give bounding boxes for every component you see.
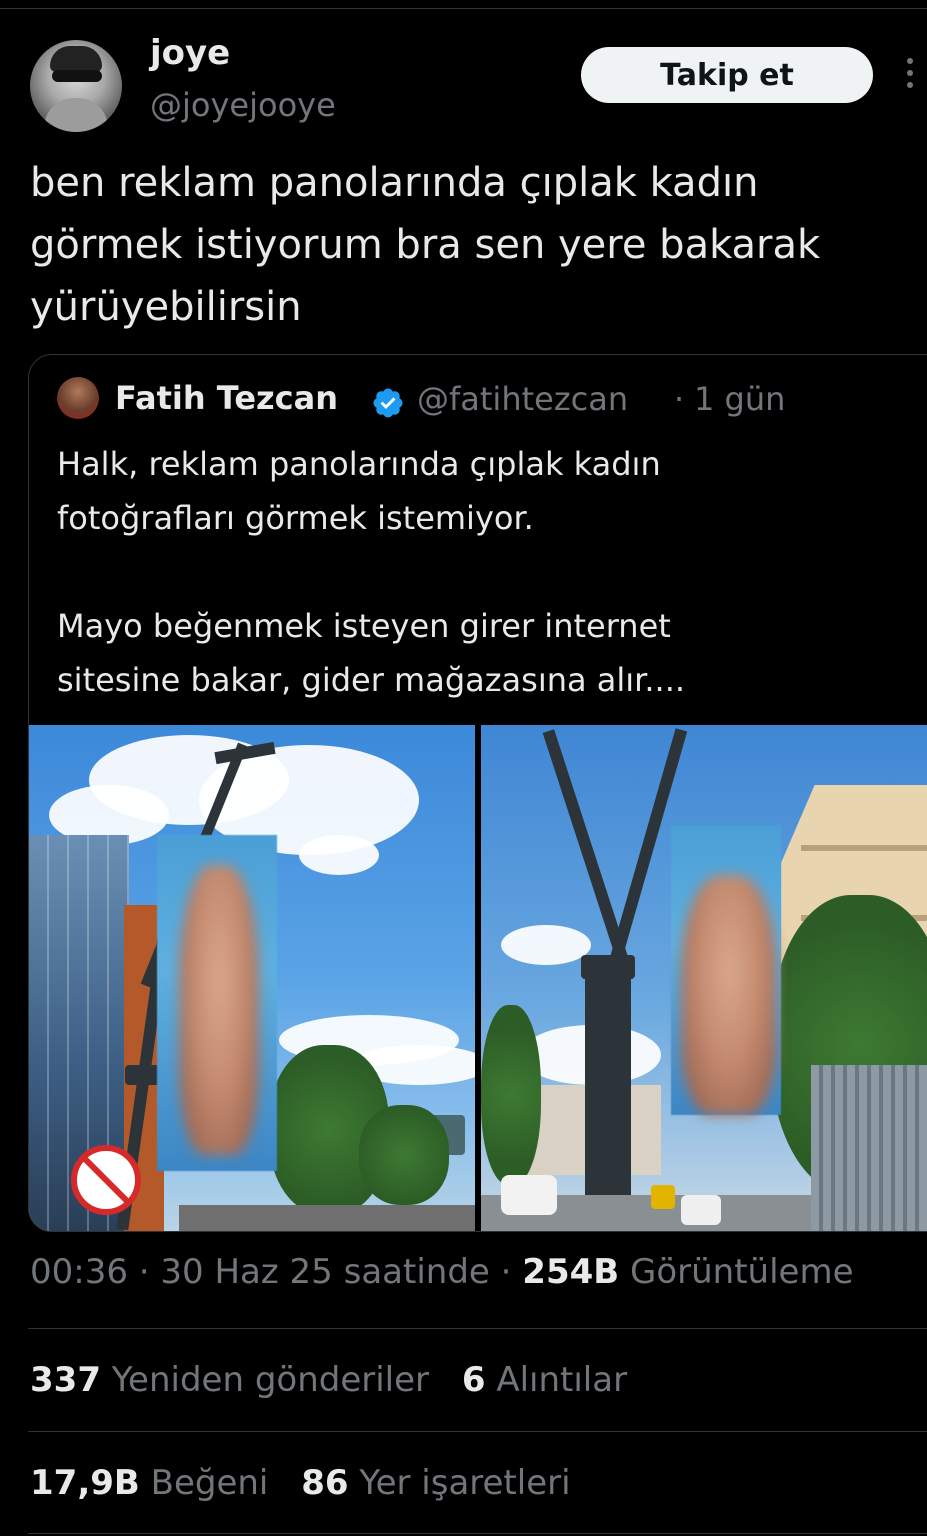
quoted-text: Halk, reklam panolarında çıplak kadın fo… <box>57 437 917 707</box>
divider <box>28 1328 927 1329</box>
divider <box>28 1533 927 1534</box>
divider <box>28 1431 927 1432</box>
quoted-author-name: Fatih Tezcan <box>115 379 339 417</box>
follow-button[interactable]: Takip et <box>581 47 873 103</box>
likes-label: Beğeni <box>150 1463 269 1503</box>
quoted-separator: · <box>674 380 685 418</box>
verified-badge-icon <box>373 388 403 418</box>
likes-count: 17,9B <box>30 1463 140 1503</box>
author-avatar[interactable] <box>30 40 122 132</box>
quoted-tweet[interactable]: Fatih Tezcan @fatihtezcan · 1 gün Halk, … <box>28 354 927 1232</box>
likes-stat[interactable]: 17,9B Beğeni <box>30 1463 268 1503</box>
tweet-meta: 00:36 · 30 Haz 25 saatinde · 254B Görünt… <box>30 1252 854 1292</box>
avatar-sunglasses <box>52 70 102 82</box>
top-divider <box>0 8 927 9</box>
quoted-media <box>29 725 927 1231</box>
quotes-label: Alıntılar <box>496 1360 628 1400</box>
quoted-text-line: fotoğrafları görmek istemiyor. <box>57 499 534 537</box>
tweet-text: ben reklam panolarında çıplak kadın görm… <box>30 160 821 330</box>
quoted-image-2[interactable] <box>481 725 927 1231</box>
bookmarks-label: Yer işaretleri <box>359 1463 571 1503</box>
retweets-stat[interactable]: 337 Yeniden gönderiler <box>30 1360 429 1400</box>
no-right-turn-sign <box>71 1145 141 1215</box>
quotes-stat[interactable]: 6 Alıntılar <box>462 1360 627 1400</box>
stats-row-1: 337 Yeniden gönderiler 6 Alıntılar <box>30 1360 627 1400</box>
bookmarks-stat[interactable]: 86 Yer işaretleri <box>301 1463 570 1503</box>
retweets-count: 337 <box>30 1360 101 1400</box>
quoted-text-line: sitesine bakar, gider mağazasına alır...… <box>57 661 686 699</box>
meta-separator: · <box>500 1252 512 1292</box>
quoted-time: 1 gün <box>694 380 786 418</box>
tweet-time[interactable]: 00:36 <box>30 1252 128 1292</box>
author-handle[interactable]: @joyejooye <box>150 86 336 124</box>
more-options-icon[interactable] <box>900 58 920 94</box>
retweets-label: Yeniden gönderiler <box>111 1360 430 1400</box>
quoted-author-handle: @fatihtezcan <box>417 380 629 418</box>
bookmarks-count: 86 <box>301 1463 349 1503</box>
tweet-date[interactable]: 30 Haz 25 saatinde <box>160 1252 489 1292</box>
avatar-hair <box>50 46 102 72</box>
views-label: Görüntüleme <box>629 1252 854 1292</box>
author-name[interactable]: joye <box>150 33 230 73</box>
quotes-count: 6 <box>461 1360 486 1400</box>
quoted-text-line: Mayo beğenmek isteyen girer internet <box>57 607 671 645</box>
meta-separator: · <box>138 1252 150 1292</box>
avatar-body <box>44 98 108 132</box>
quoted-text-line: Halk, reklam panolarında çıplak kadın <box>57 445 661 483</box>
quoted-author-avatar[interactable] <box>57 377 99 419</box>
views-count: 254B <box>522 1252 620 1292</box>
quoted-image-1[interactable] <box>29 725 475 1231</box>
stats-row-2: 17,9B Beğeni 86 Yer işaretleri <box>30 1463 571 1503</box>
